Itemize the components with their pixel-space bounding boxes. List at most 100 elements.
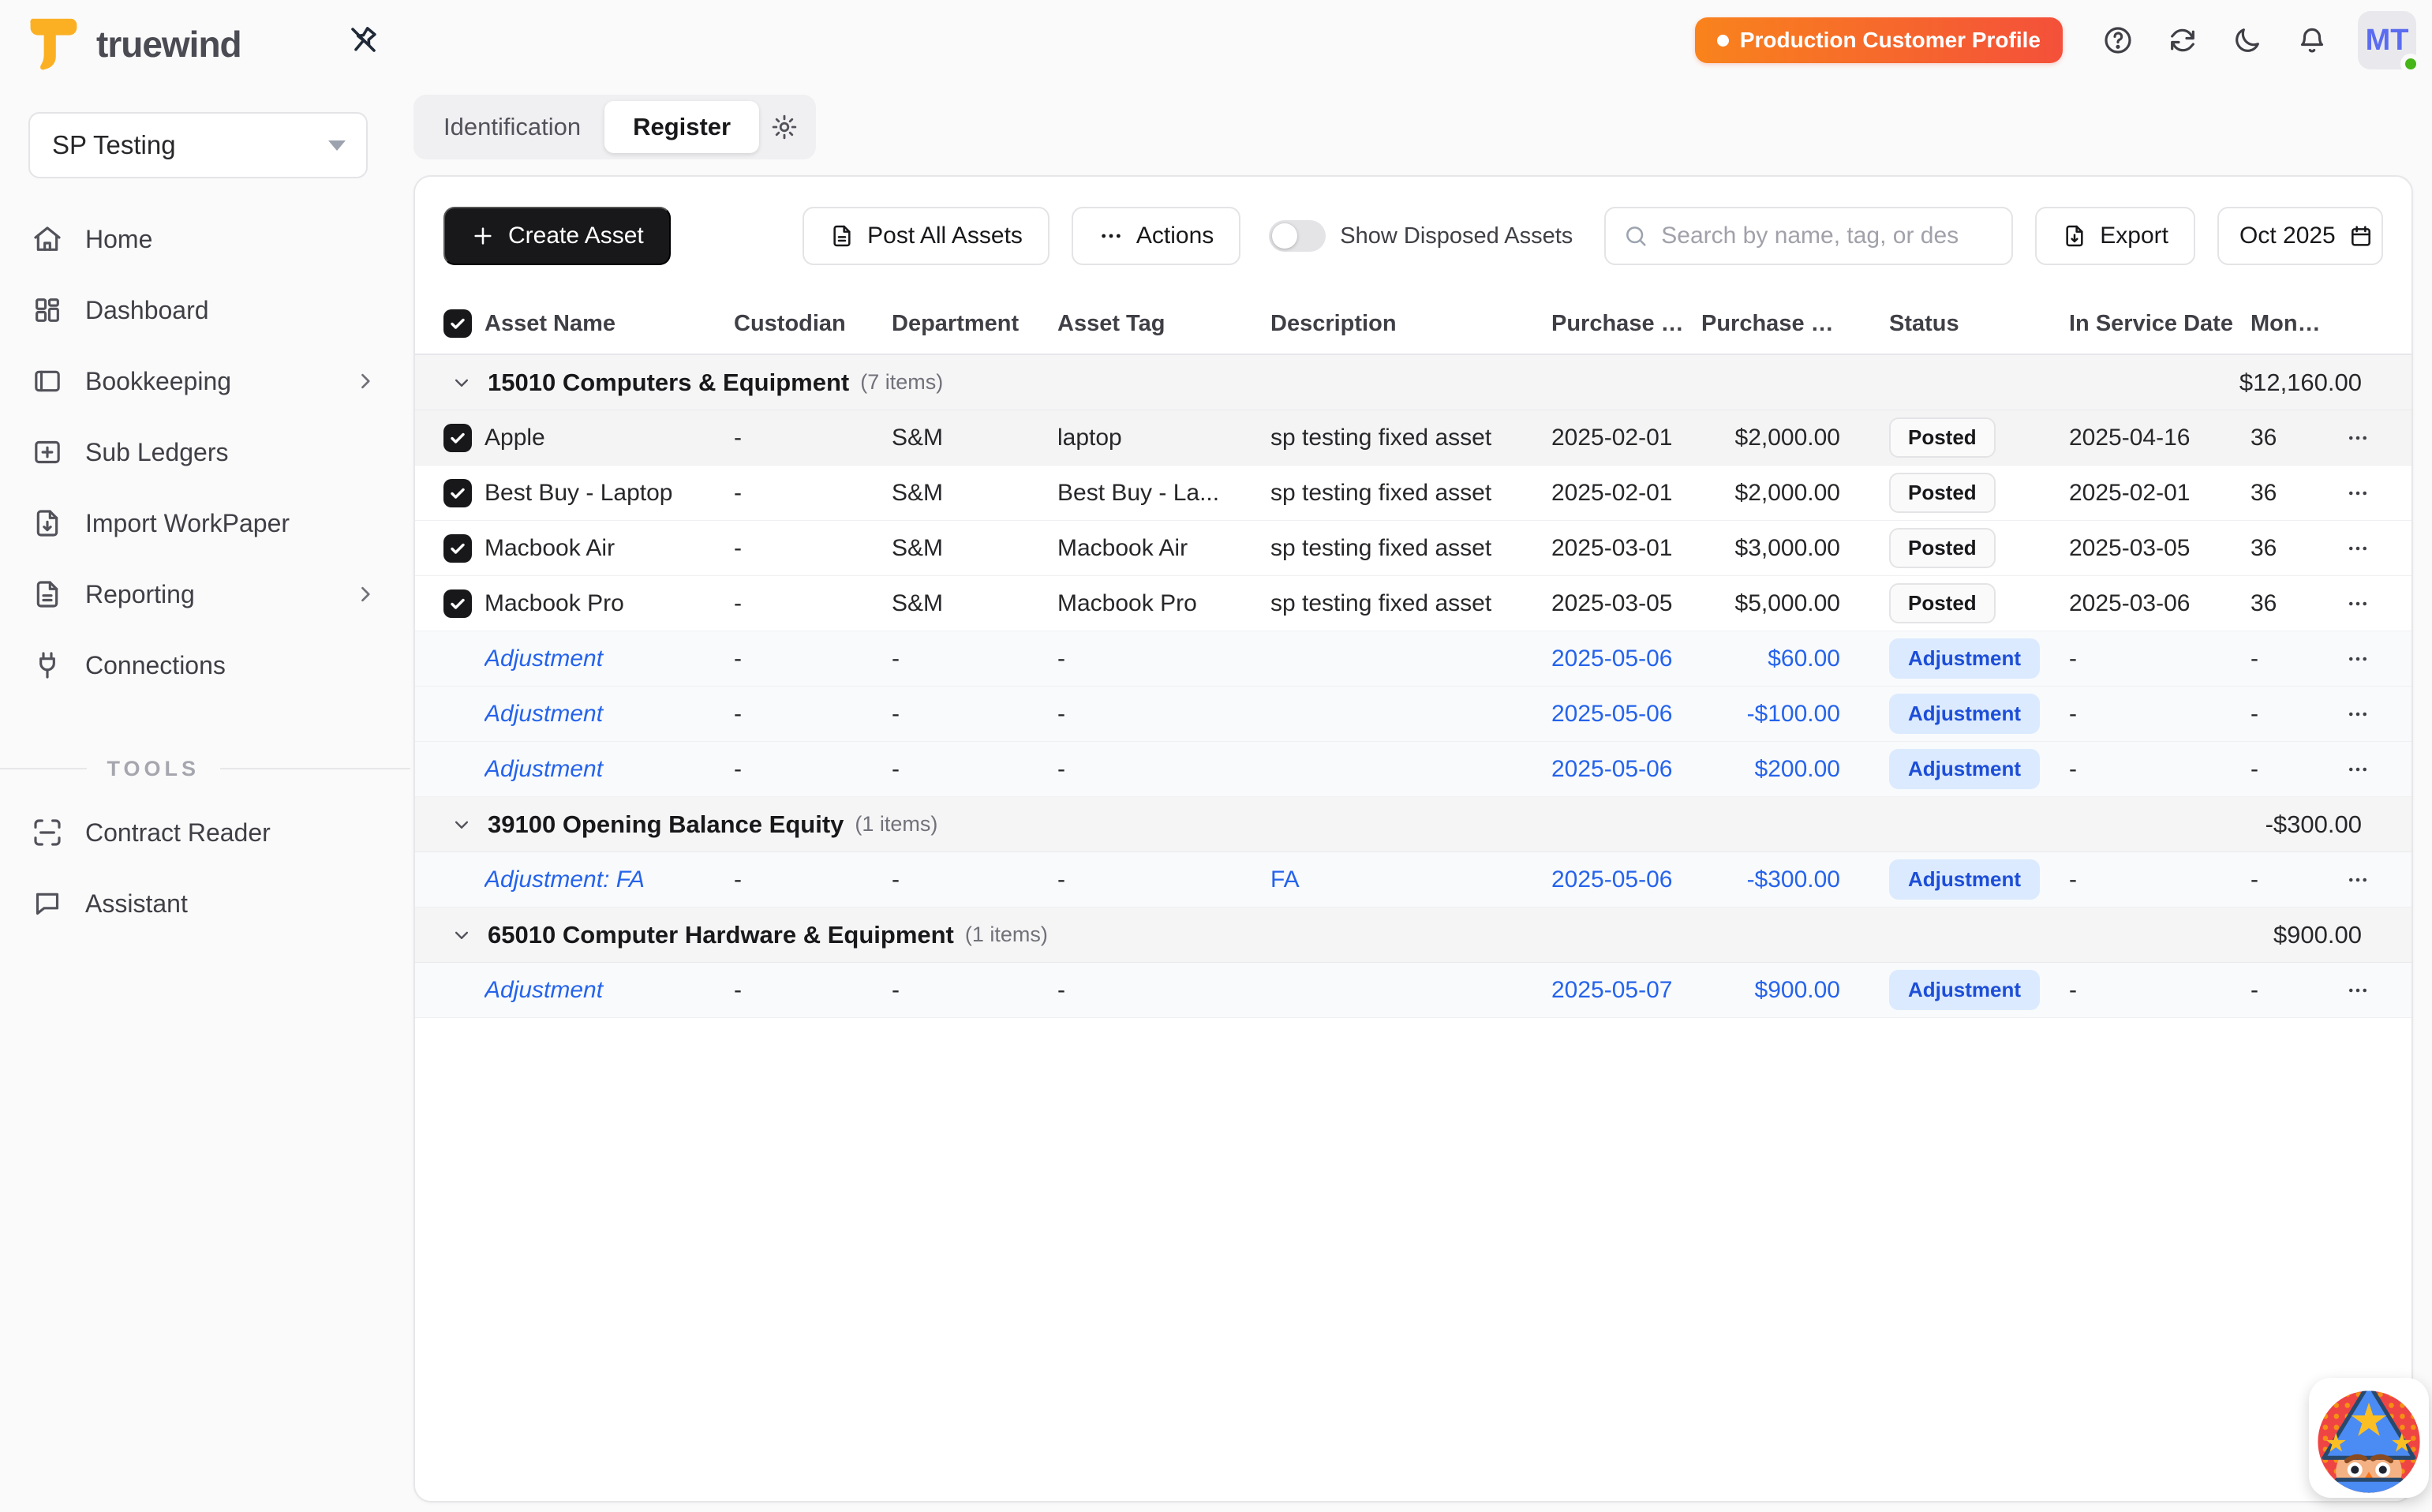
chevron-right-icon bbox=[352, 581, 379, 608]
sidebar-item-contract-reader[interactable]: Contract Reader bbox=[0, 797, 410, 868]
assistant-wizard-button[interactable]: ★ ★ ★ bbox=[2309, 1378, 2429, 1498]
ledger-icon bbox=[32, 436, 63, 468]
row-menu-icon[interactable] bbox=[2337, 694, 2378, 735]
column-header-custodian: Custodian bbox=[734, 309, 892, 338]
row-menu-icon[interactable] bbox=[2337, 473, 2378, 514]
workspace-selector[interactable]: SP Testing bbox=[28, 112, 368, 178]
book-icon bbox=[32, 365, 63, 397]
show-disposed-toggle[interactable] bbox=[1269, 220, 1326, 252]
cell-status: Adjustment bbox=[1851, 694, 2069, 734]
tab-register[interactable]: Register bbox=[604, 101, 759, 153]
checkbox[interactable] bbox=[443, 309, 472, 338]
svg-text:★: ★ bbox=[2390, 1428, 2414, 1458]
checkbox[interactable] bbox=[443, 424, 472, 452]
cell-months: 36 bbox=[2251, 425, 2337, 451]
tools-divider: TOOLS bbox=[0, 753, 410, 784]
row-menu-icon[interactable] bbox=[2337, 970, 2378, 1011]
period-selector-button[interactable]: Oct 2025 bbox=[2217, 207, 2383, 265]
refresh-icon[interactable] bbox=[2156, 13, 2209, 67]
adjustment-row: Adjustment---2025-05-07$900.00Adjustment… bbox=[415, 963, 2411, 1018]
ellipsis-icon bbox=[1098, 223, 1124, 249]
tab-group: Identification Register bbox=[413, 95, 816, 159]
user-avatar[interactable]: MT bbox=[2358, 11, 2416, 69]
row-menu-icon[interactable] bbox=[2337, 528, 2378, 569]
cell-asset-name: Adjustment bbox=[485, 701, 734, 728]
cell-asset-tag: Best Buy - La... bbox=[1057, 480, 1270, 507]
sidebar-item-dashboard[interactable]: Dashboard bbox=[0, 275, 410, 346]
cell-purchase-price: -$300.00 bbox=[1701, 866, 1851, 893]
environment-badge-label: Production Customer Profile bbox=[1740, 28, 2041, 53]
checkbox[interactable] bbox=[443, 589, 472, 618]
sidebar-tools-nav: Contract ReaderAssistant bbox=[0, 797, 410, 939]
tab-identification[interactable]: Identification bbox=[420, 101, 604, 153]
show-disposed-label: Show Disposed Assets bbox=[1340, 223, 1573, 249]
cell-asset-tag: laptop bbox=[1057, 425, 1270, 451]
chevron-down-icon[interactable] bbox=[450, 923, 473, 947]
group-title: 15010 Computers & Equipment bbox=[488, 369, 849, 397]
checkbox[interactable] bbox=[443, 534, 472, 563]
cell-purchase-date: 2025-03-01 bbox=[1551, 535, 1701, 562]
cell-asset-name: Apple bbox=[485, 425, 734, 451]
row-menu-icon[interactable] bbox=[2337, 583, 2378, 624]
row-menu-icon[interactable] bbox=[2337, 417, 2378, 458]
actions-button[interactable]: Actions bbox=[1072, 207, 1240, 265]
workspace-name: SP Testing bbox=[52, 130, 176, 160]
cell-custodian: - bbox=[734, 701, 892, 728]
cell-custodian: - bbox=[734, 535, 892, 562]
export-button[interactable]: Export bbox=[2035, 207, 2195, 265]
group-items-count: (1 items) bbox=[855, 812, 937, 836]
cell-department: S&M bbox=[892, 480, 1057, 507]
sidebar-item-home[interactable]: Home bbox=[0, 204, 410, 275]
avatar-initials: MT bbox=[2366, 24, 2409, 58]
unpin-sidebar-icon[interactable] bbox=[344, 22, 382, 60]
tab-settings-gear-icon[interactable] bbox=[759, 101, 810, 153]
sidebar-item-label: Home bbox=[85, 225, 152, 254]
sidebar-item-assistant[interactable]: Assistant bbox=[0, 868, 410, 939]
cell-description: sp testing fixed asset bbox=[1270, 535, 1551, 562]
cell-status: Posted bbox=[1851, 528, 2069, 568]
cell-custodian: - bbox=[734, 756, 892, 783]
help-icon[interactable] bbox=[2091, 13, 2145, 67]
cell-in-service-date: 2025-04-16 bbox=[2069, 425, 2251, 451]
cell-purchase-date: 2025-05-06 bbox=[1551, 756, 1701, 783]
environment-badge[interactable]: Production Customer Profile bbox=[1695, 17, 2063, 63]
column-header-status: Status bbox=[1851, 309, 2069, 338]
chevron-down-icon[interactable] bbox=[450, 813, 473, 836]
dark-mode-moon-icon[interactable] bbox=[2221, 13, 2274, 67]
checkbox[interactable] bbox=[443, 479, 472, 507]
cell-purchase-price: $2,000.00 bbox=[1701, 480, 1851, 507]
sidebar-item-import-workpaper[interactable]: Import WorkPaper bbox=[0, 488, 410, 559]
post-all-assets-button[interactable]: Post All Assets bbox=[803, 207, 1050, 265]
chevron-down-icon[interactable] bbox=[450, 371, 473, 395]
group-items-count: (7 items) bbox=[860, 370, 943, 395]
chevron-right-icon bbox=[352, 368, 379, 395]
row-select-cell bbox=[443, 424, 485, 452]
cell-asset-name: Adjustment bbox=[485, 977, 734, 1004]
column-header-department: Department bbox=[892, 309, 1057, 338]
row-actions-cell bbox=[2337, 749, 2385, 790]
row-select-cell bbox=[443, 534, 485, 563]
row-menu-icon[interactable] bbox=[2337, 749, 2378, 790]
create-asset-button[interactable]: Create Asset bbox=[443, 207, 671, 265]
sidebar-item-sub-ledgers[interactable]: Sub Ledgers bbox=[0, 417, 410, 488]
sidebar-item-connections[interactable]: Connections bbox=[0, 630, 410, 701]
online-status-dot bbox=[2400, 54, 2421, 74]
search-input[interactable] bbox=[1661, 223, 1994, 249]
cell-status: Adjustment bbox=[1851, 638, 2069, 679]
search-icon bbox=[1623, 223, 1648, 249]
cell-description: FA bbox=[1270, 866, 1551, 893]
notifications-bell-icon[interactable] bbox=[2285, 13, 2339, 67]
cell-asset-tag: - bbox=[1057, 866, 1270, 893]
cell-department: - bbox=[892, 977, 1057, 1004]
cell-months: 36 bbox=[2251, 535, 2337, 562]
plug-icon bbox=[32, 649, 63, 681]
row-menu-icon[interactable] bbox=[2337, 859, 2378, 900]
sidebar-item-bookkeeping[interactable]: Bookkeeping bbox=[0, 346, 410, 417]
row-menu-icon[interactable] bbox=[2337, 638, 2378, 679]
sidebar-item-reporting[interactable]: Reporting bbox=[0, 559, 410, 630]
import-icon bbox=[32, 507, 63, 539]
cell-department: - bbox=[892, 701, 1057, 728]
cell-status: Posted bbox=[1851, 417, 2069, 458]
status-badge: Adjustment bbox=[1889, 970, 2040, 1010]
asset-row: Macbook Pro-S&MMacbook Prosp testing fix… bbox=[415, 576, 2411, 631]
